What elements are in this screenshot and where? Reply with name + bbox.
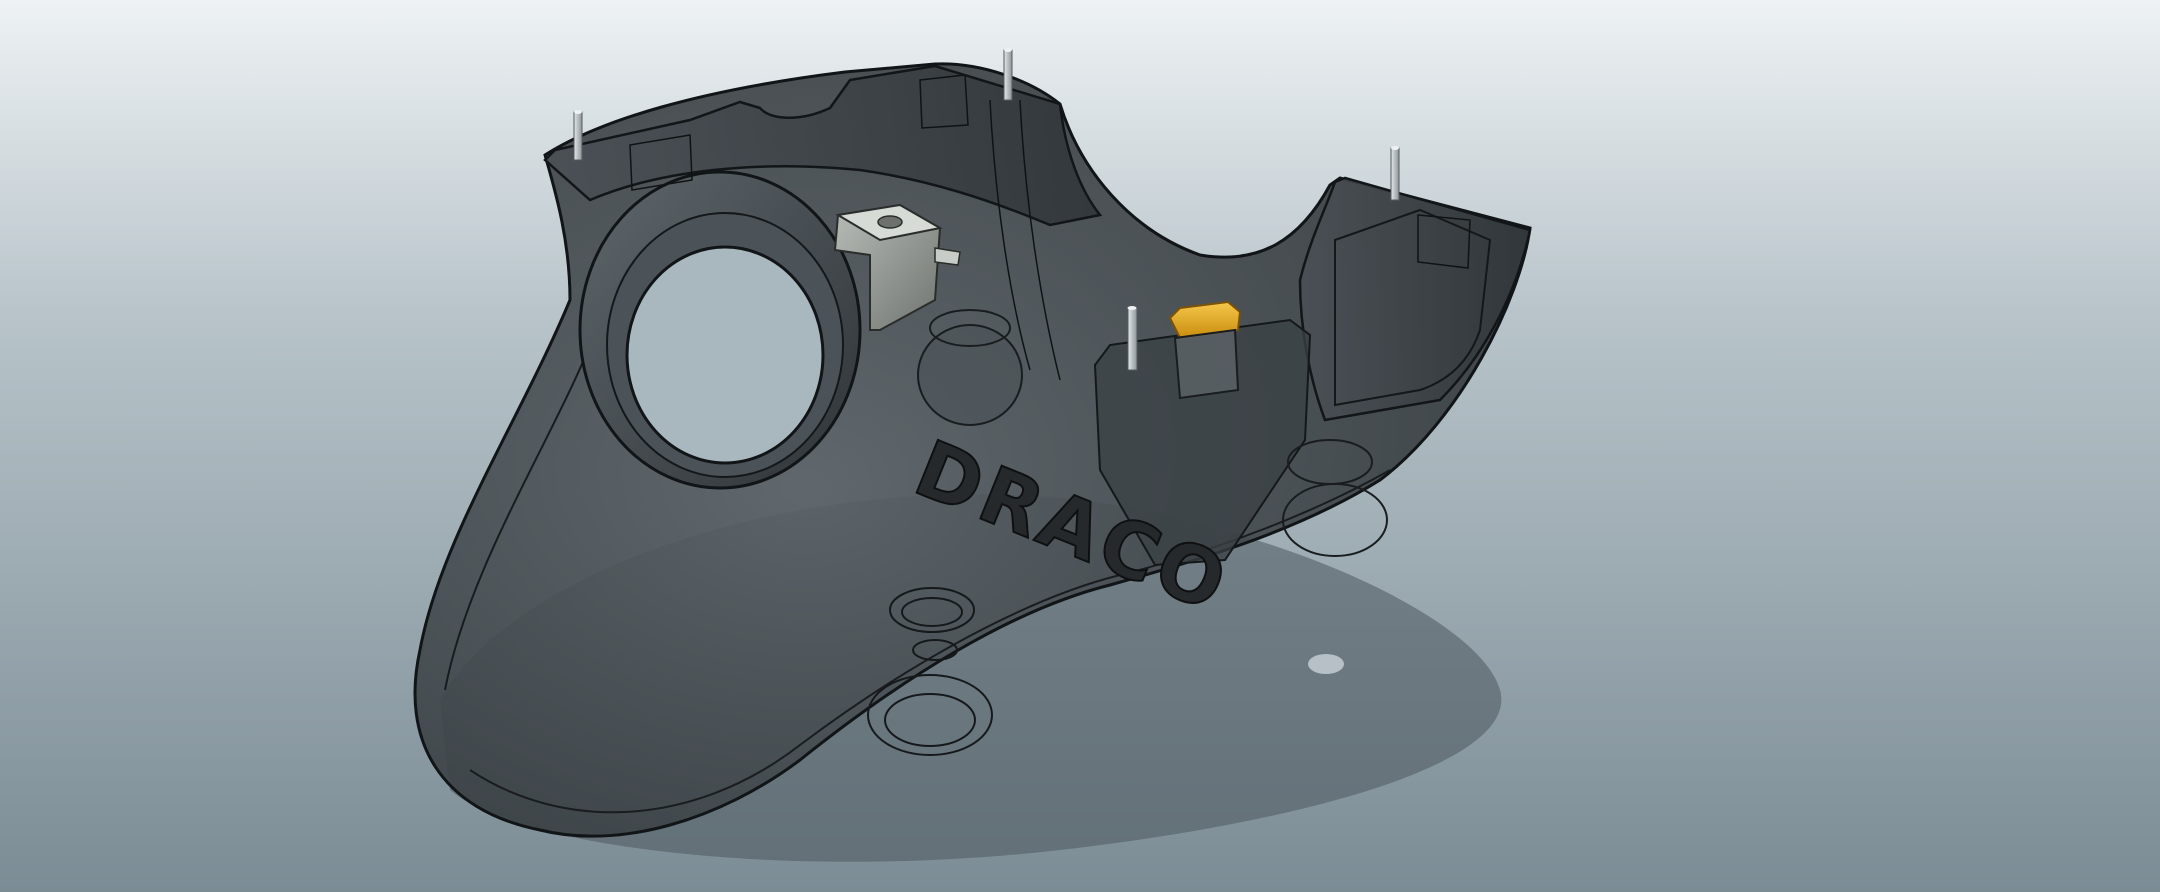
pin-right [1390,147,1400,201]
model-render[interactable]: DRACO [0,0,2160,892]
socket-sphere [917,324,1023,426]
pin-top-cap [1004,48,1012,52]
circular-port[interactable] [578,170,862,490]
pin-right-cap [1391,146,1399,150]
pin-center [1127,307,1138,371]
pin-left-cap [574,110,582,114]
clip-stem [1173,328,1240,400]
shadow-hole-light [1308,654,1344,674]
pin-center-cap [1127,306,1137,310]
pin-top [1003,49,1013,101]
bracket-hole [877,215,903,229]
pin-left [573,111,583,161]
orange-clip[interactable] [1168,300,1242,400]
port-opening [625,245,825,465]
cad-3d-viewport[interactable]: DRACO [0,0,2160,892]
